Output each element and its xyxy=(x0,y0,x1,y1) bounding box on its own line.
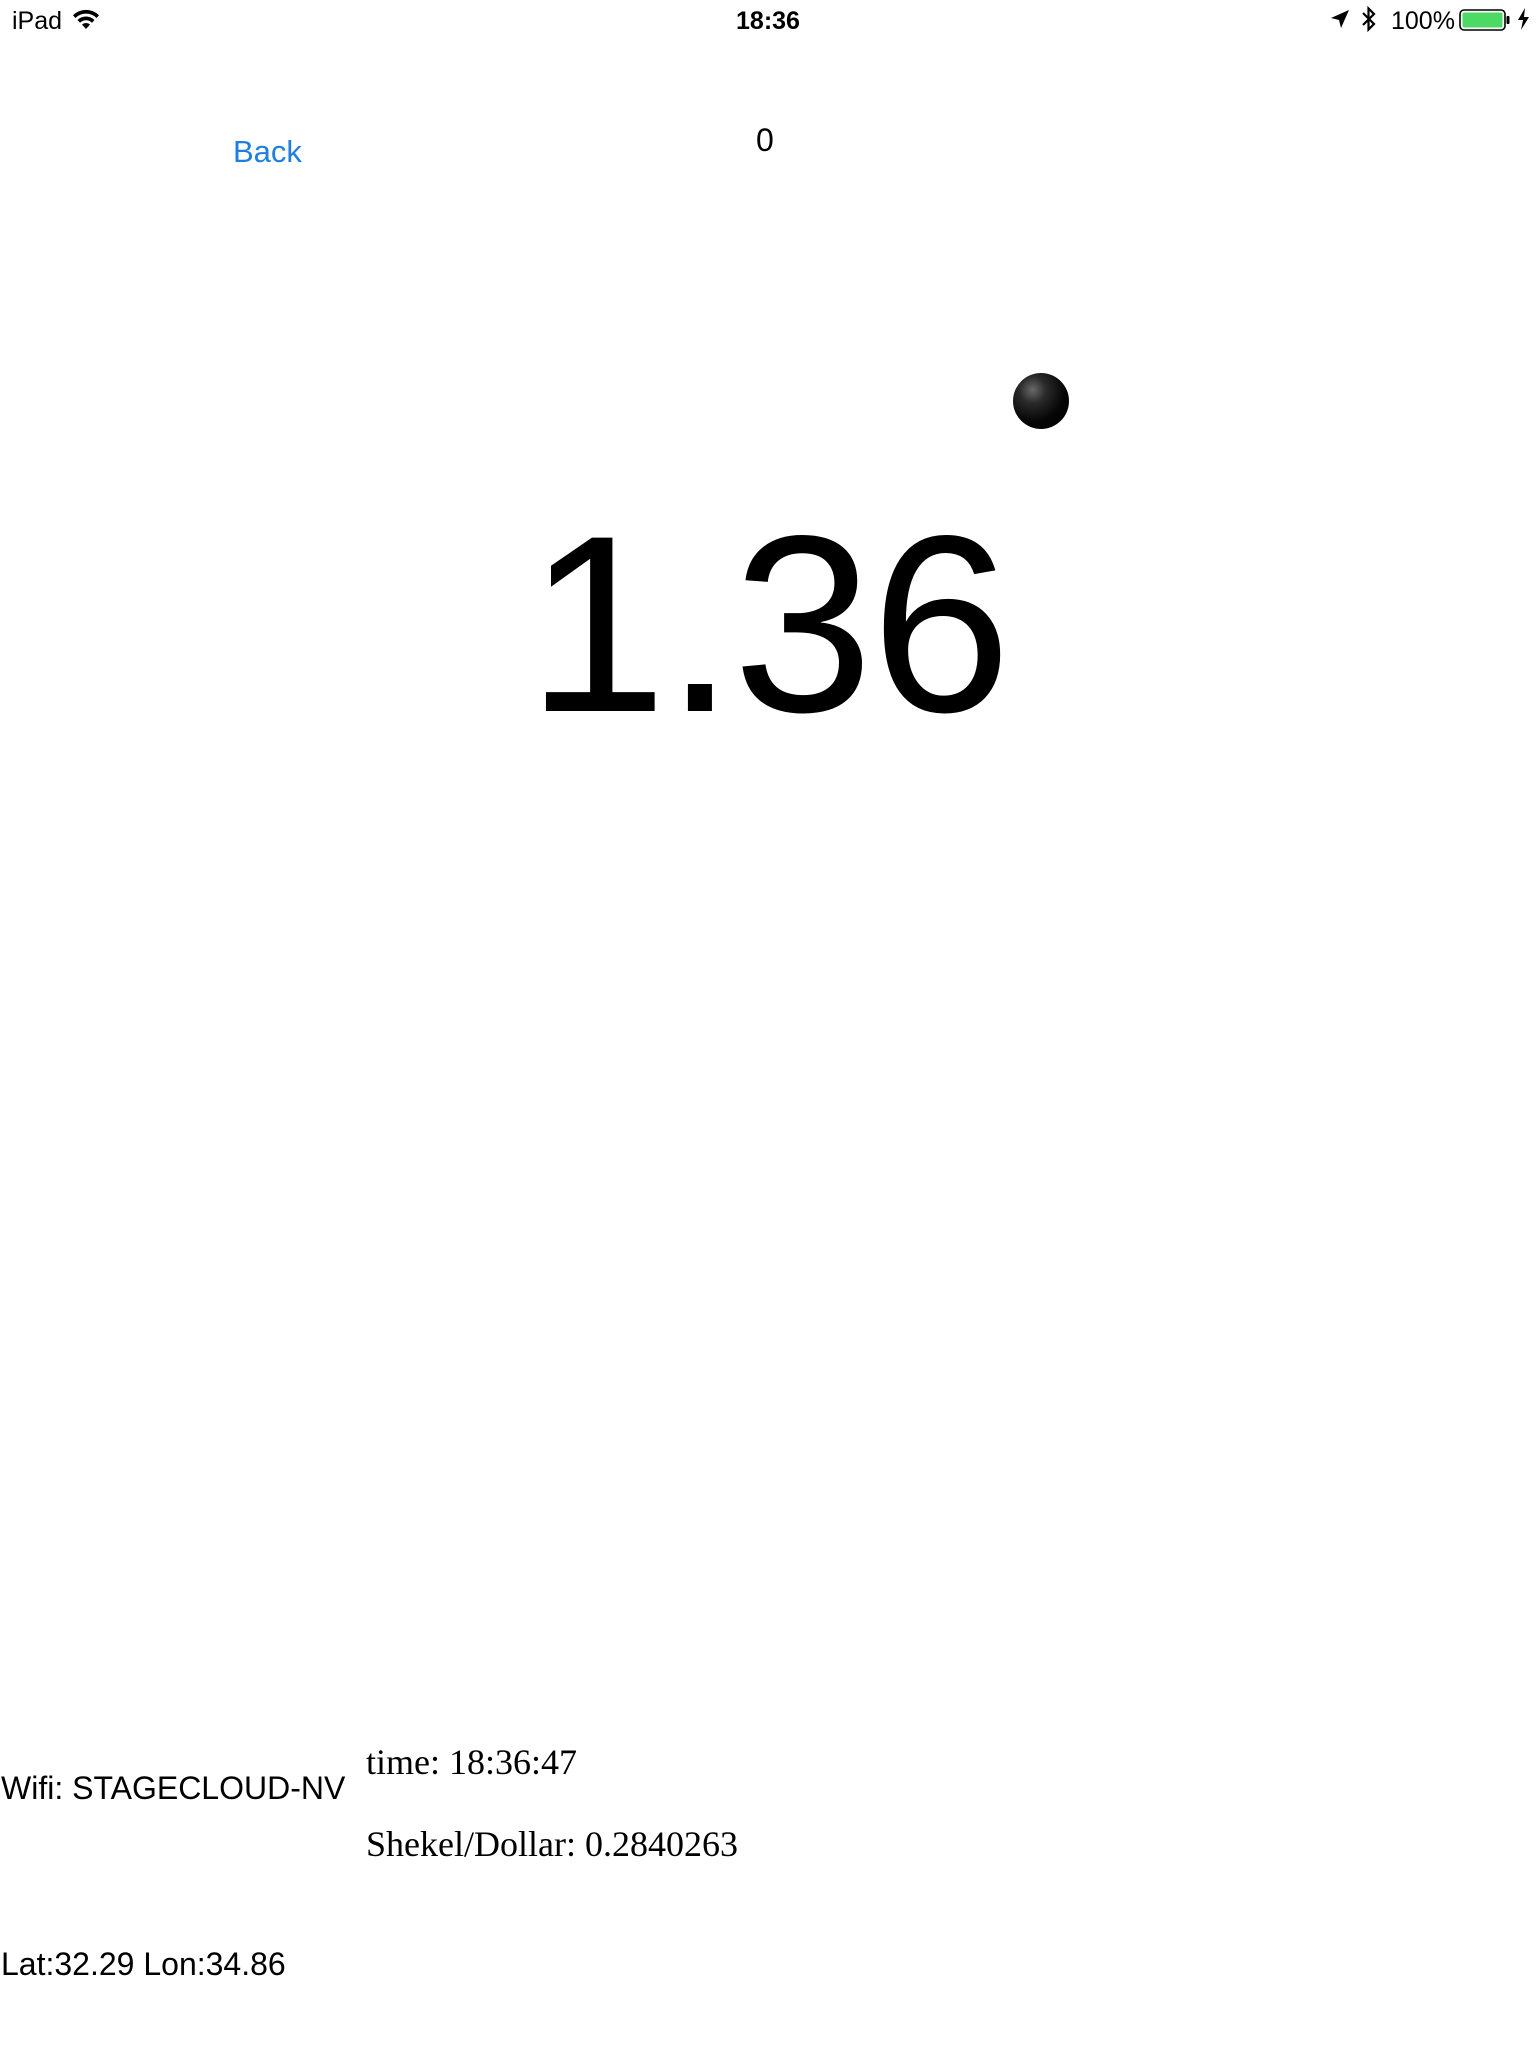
location-label: Lat:32.29 Lon:34.86 xyxy=(1,1946,286,1982)
wifi-network-label: Wifi: STAGECLOUD-NV xyxy=(1,1770,346,1806)
charging-bolt-icon xyxy=(1518,8,1529,30)
back-button[interactable]: Back xyxy=(233,132,302,172)
battery-percent: 100% xyxy=(1391,7,1455,35)
time-label: time: 18:36:47 xyxy=(366,1742,577,1782)
ball-icon[interactable] xyxy=(1013,373,1069,429)
exchange-rate-label: Shekel/Dollar: 0.2840263 xyxy=(366,1824,738,1864)
status-time: 18:36 xyxy=(736,7,800,35)
main-value: 1.36 xyxy=(526,484,1011,765)
bluetooth-icon xyxy=(1362,6,1376,32)
location-arrow-icon xyxy=(1331,10,1349,28)
counter-label: 0 xyxy=(756,122,774,158)
battery-icon xyxy=(1459,9,1510,31)
